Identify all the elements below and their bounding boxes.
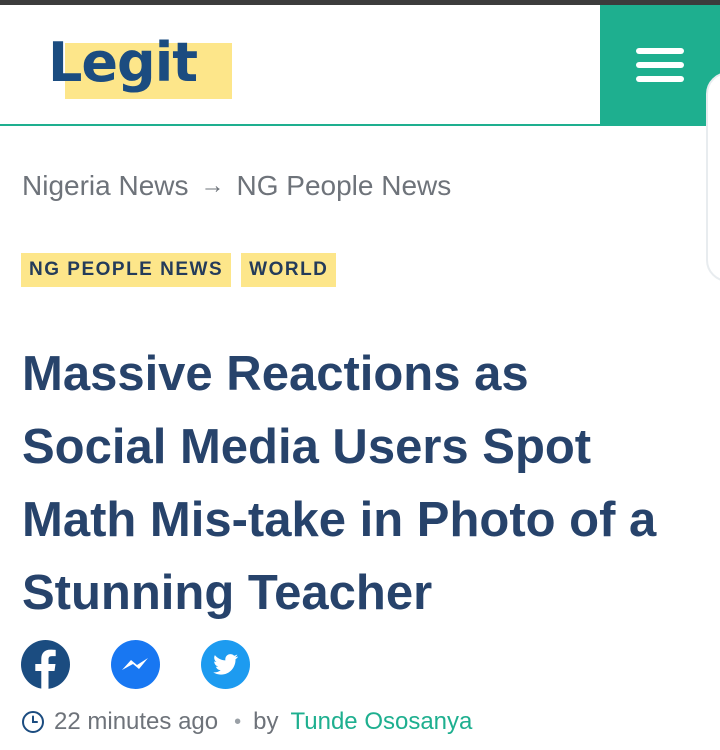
twitter-icon (213, 654, 238, 675)
facebook-icon (35, 649, 56, 689)
author-link[interactable]: Tunde Ososanya (290, 708, 472, 736)
share-bar (21, 640, 250, 689)
facebook-share-button[interactable] (21, 640, 70, 689)
breadcrumb-item-ng-people-news[interactable]: NG People News (237, 170, 452, 202)
category-tags: NG PEOPLE NEWS WORLD (21, 253, 337, 287)
messenger-icon (122, 658, 148, 670)
messenger-share-button[interactable] (111, 640, 160, 689)
breadcrumb-arrow-icon: → (200, 172, 225, 199)
menu-button[interactable] (600, 5, 720, 124)
breadcrumb: Nigeria News → NG People News (22, 170, 451, 202)
logo-text: Legit (48, 31, 198, 94)
twitter-share-button[interactable] (201, 640, 250, 689)
tag-ng-people-news[interactable]: NG PEOPLE NEWS (21, 253, 232, 287)
publish-time: 22 minutes ago (54, 708, 219, 735)
article-meta: 22 minutes ago • by Tunde Ososanya (21, 708, 472, 736)
breadcrumb-item-nigeria-news[interactable]: Nigeria News (22, 170, 189, 202)
tag-world[interactable]: WORLD (241, 253, 337, 287)
article-title: Massive Reactions as Social Media Users … (22, 347, 657, 620)
meta-separator: • (234, 710, 242, 733)
site-header: Legit (0, 5, 720, 126)
site-logo[interactable]: Legit (48, 29, 234, 101)
by-label: by (253, 708, 279, 735)
side-drawer-edge[interactable] (706, 72, 720, 282)
clock-icon (22, 711, 44, 733)
hamburger-menu-icon (636, 47, 684, 82)
